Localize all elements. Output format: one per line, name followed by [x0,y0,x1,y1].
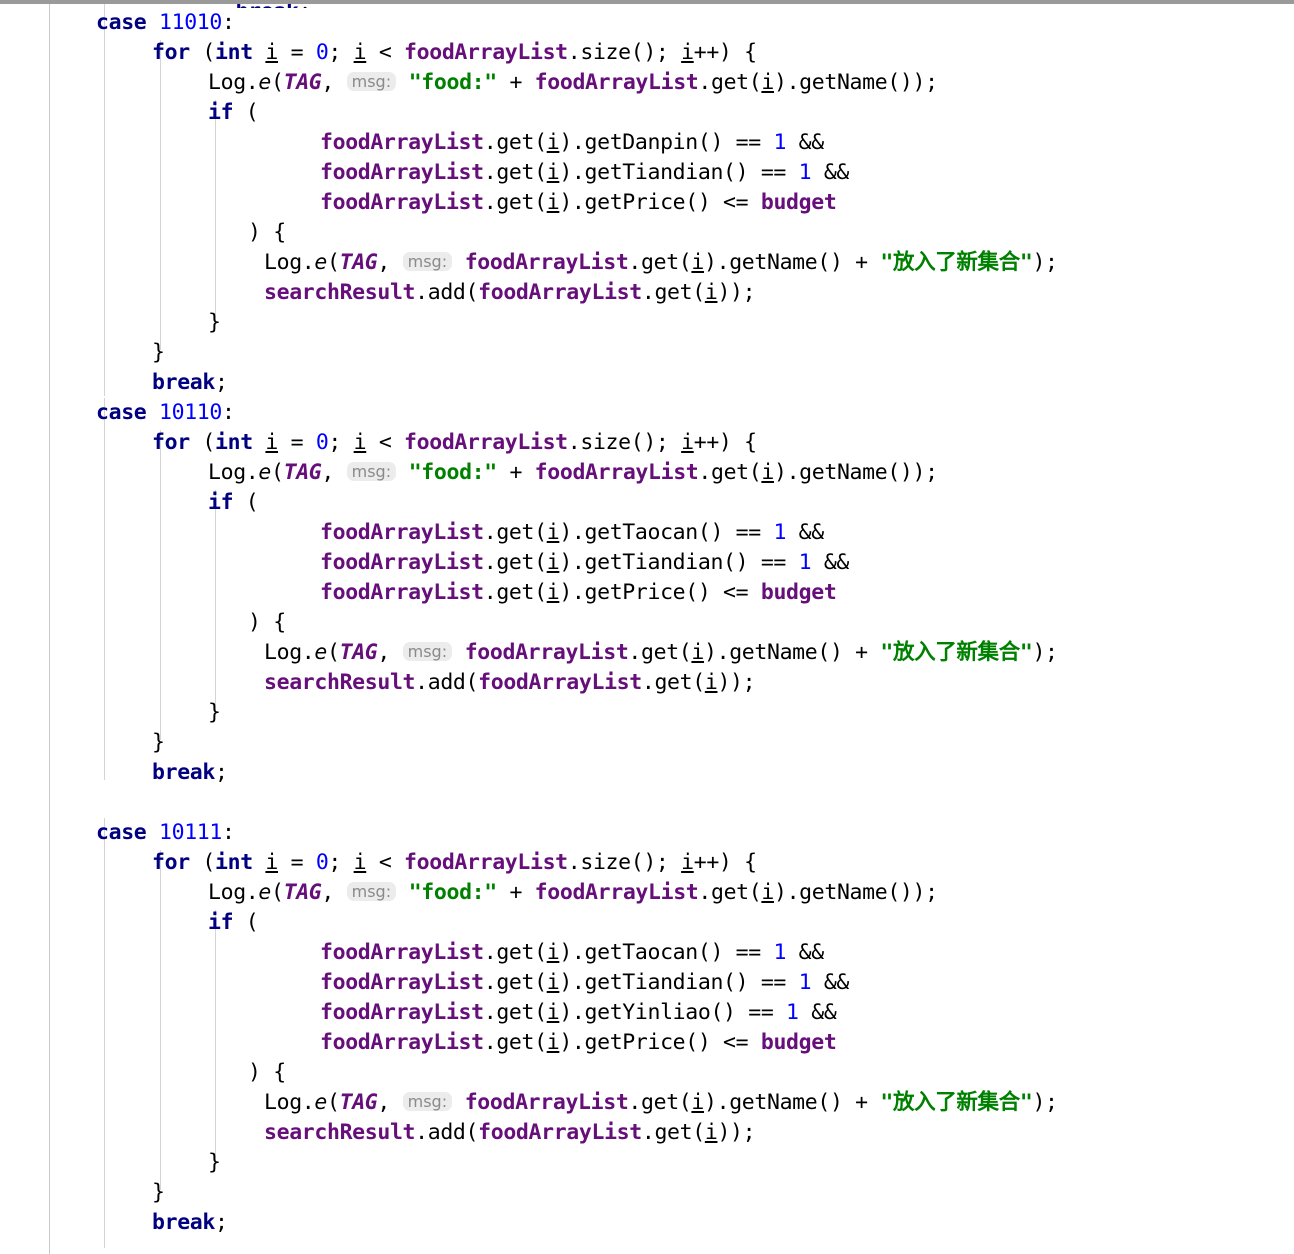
code-line-add-result[interactable]: searchResult.add(foodArrayList.get(i)); [0,278,1294,308]
parameter-hint-chip: msg: [346,462,397,481]
code-editor-surface[interactable]: break; case 11010: for (int i = 0; i < f… [0,0,1294,1254]
code-line-brace[interactable]: } [0,308,1294,338]
code-line-for[interactable]: for (int i = 0; i < foodArrayList.size()… [0,428,1294,458]
parameter-hint-chip: msg: [346,72,397,91]
code-line-condition[interactable]: foodArrayList.get(i).getYinliao() == 1 &… [0,998,1294,1028]
code-line-add-result[interactable]: searchResult.add(foodArrayList.get(i)); [0,1118,1294,1148]
code-line-condition[interactable]: foodArrayList.get(i).getTiandian() == 1 … [0,158,1294,188]
parameter-hint-chip: msg: [402,642,453,661]
code-line-case-11010[interactable]: case 11010: [0,8,1294,38]
code-line-log[interactable]: Log.e(TAG, msg: foodArrayList.get(i).get… [0,248,1294,278]
code-line-condition[interactable]: foodArrayList.get(i).getPrice() <= budge… [0,578,1294,608]
code-line-condition[interactable]: foodArrayList.get(i).getPrice() <= budge… [0,188,1294,218]
code-line-break[interactable]: break; [0,758,1294,788]
code-line-log[interactable]: Log.e(TAG, msg: "food:" + foodArrayList.… [0,458,1294,488]
code-line-add-result[interactable]: searchResult.add(foodArrayList.get(i)); [0,668,1294,698]
code-line-condition[interactable]: foodArrayList.get(i).getDanpin() == 1 && [0,128,1294,158]
code-line-for[interactable]: for (int i = 0; i < foodArrayList.size()… [0,848,1294,878]
code-line-log[interactable]: Log.e(TAG, msg: "food:" + foodArrayList.… [0,878,1294,908]
code-line-brace[interactable]: } [0,338,1294,368]
code-line-condition[interactable]: foodArrayList.get(i).getTaocan() == 1 && [0,518,1294,548]
code-line-close-paren-open-brace[interactable]: ) { [0,1058,1294,1088]
code-content[interactable]: break; case 11010: for (int i = 0; i < f… [0,0,1294,1238]
code-line-break[interactable]: break; [0,1208,1294,1238]
code-line-condition[interactable]: foodArrayList.get(i).getTiandian() == 1 … [0,968,1294,998]
code-line-for[interactable]: for (int i = 0; i < foodArrayList.size()… [0,38,1294,68]
parameter-hint-chip: msg: [402,252,453,271]
parameter-hint-chip: msg: [346,882,397,901]
keyword-case: case [96,10,147,35]
code-line-log[interactable]: Log.e(TAG, msg: "food:" + foodArrayList.… [0,68,1294,98]
code-line-if[interactable]: if ( [0,98,1294,128]
code-line-brace[interactable]: } [0,1178,1294,1208]
code-line-log[interactable]: Log.e(TAG, msg: foodArrayList.get(i).get… [0,1088,1294,1118]
case-value: 11010 [159,10,222,35]
code-line-condition[interactable]: foodArrayList.get(i).getTiandian() == 1 … [0,548,1294,578]
code-line-blank[interactable] [0,788,1294,818]
code-line-brace[interactable]: } [0,698,1294,728]
code-line-log[interactable]: Log.e(TAG, msg: foodArrayList.get(i).get… [0,638,1294,668]
code-line-condition[interactable]: foodArrayList.get(i).getTaocan() == 1 && [0,938,1294,968]
code-line-close-paren-open-brace[interactable]: ) { [0,608,1294,638]
code-line-brace[interactable]: } [0,1148,1294,1178]
code-line-break[interactable]: break; [0,368,1294,398]
code-line-brace[interactable]: } [0,728,1294,758]
code-line-case-10110[interactable]: case 10110: [0,398,1294,428]
code-line-condition[interactable]: foodArrayList.get(i).getPrice() <= budge… [0,1028,1294,1058]
code-line-if[interactable]: if ( [0,908,1294,938]
code-line-if[interactable]: if ( [0,488,1294,518]
editor-top-scroll-edge [0,0,1294,4]
code-line-close-paren-open-brace[interactable]: ) { [0,218,1294,248]
parameter-hint-chip: msg: [402,1092,453,1111]
code-line-case-10111[interactable]: case 10111: [0,818,1294,848]
